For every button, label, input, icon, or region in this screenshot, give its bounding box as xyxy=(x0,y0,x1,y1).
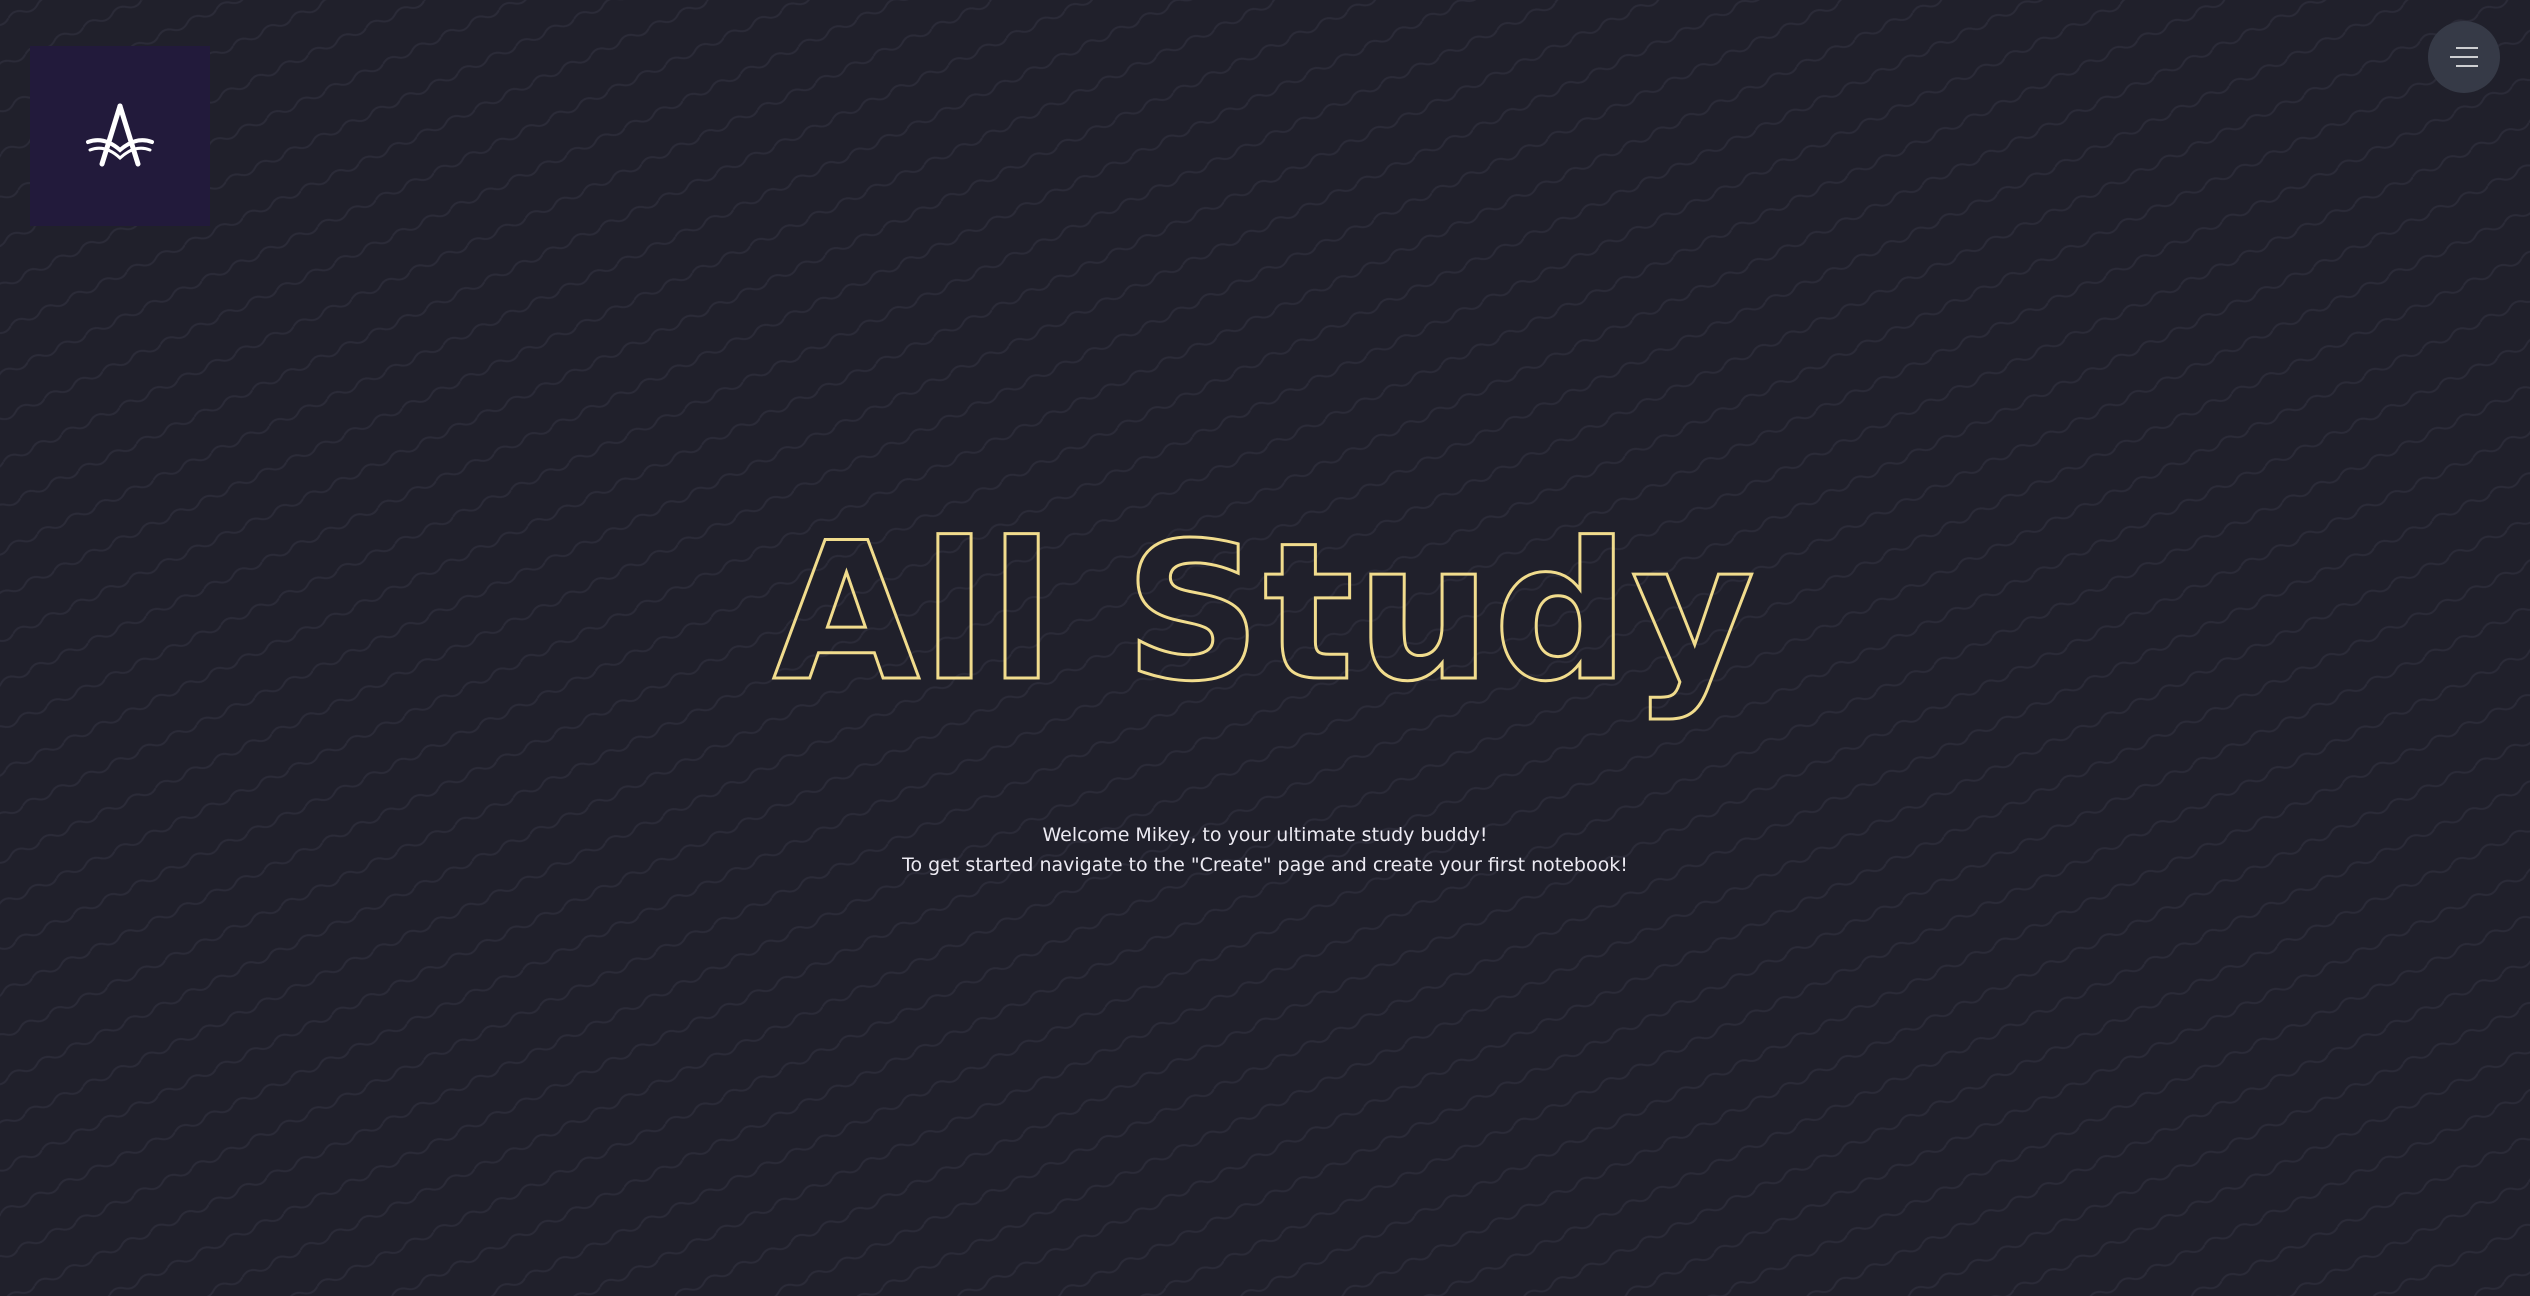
app-logo[interactable] xyxy=(30,46,210,226)
hamburger-menu-icon xyxy=(2450,47,2478,67)
home-page: All Study Welcome Mikey, to your ultimat… xyxy=(0,0,2530,1296)
all-study-logo-icon xyxy=(86,103,154,167)
welcome-line-2: To get started navigate to the "Create" … xyxy=(902,854,1628,876)
welcome-line-1: Welcome Mikey, to your ultimate study bu… xyxy=(1042,824,1488,846)
welcome-message: Welcome Mikey, to your ultimate study bu… xyxy=(0,820,2530,880)
menu-button[interactable] xyxy=(2428,21,2500,93)
hero-title: All Study xyxy=(0,500,2530,740)
hero-title-text: All Study xyxy=(773,502,1757,723)
